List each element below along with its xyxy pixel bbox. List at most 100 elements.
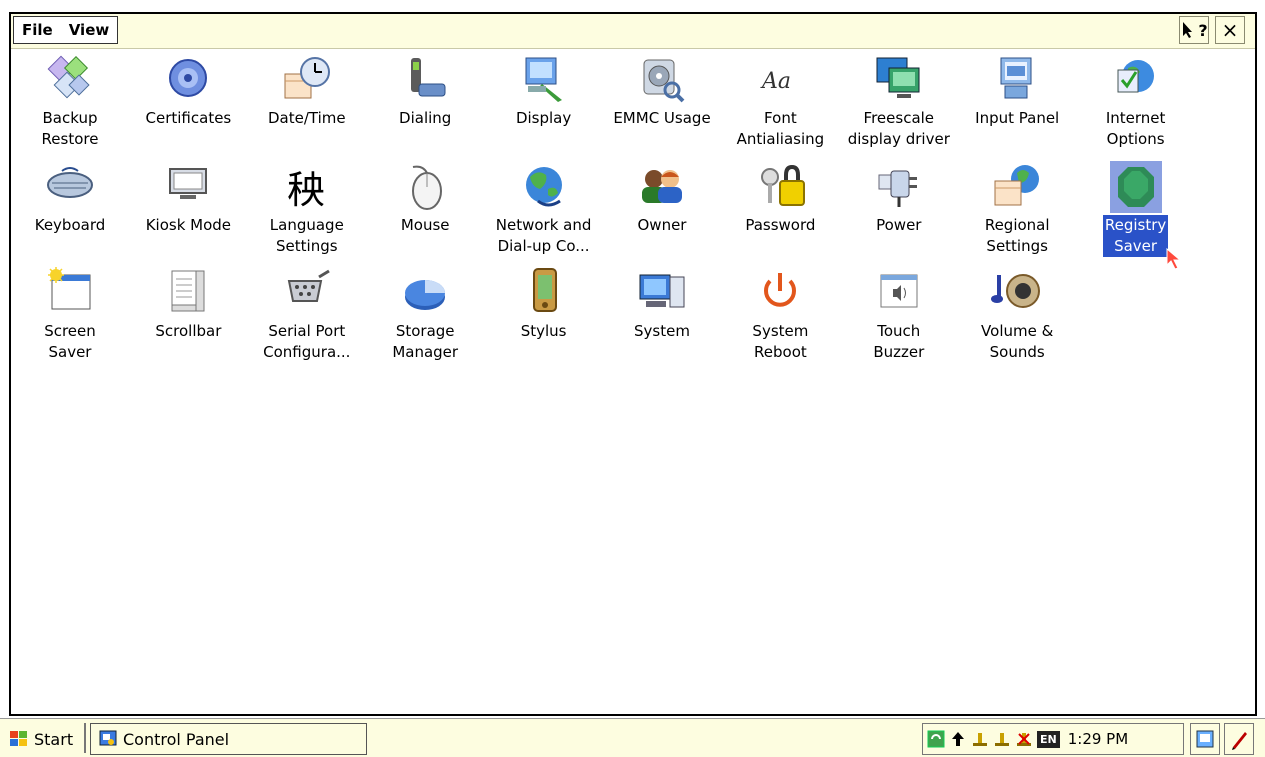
applet-label: System Reboot bbox=[752, 322, 809, 361]
applet-label: Scrollbar bbox=[155, 322, 222, 340]
screen-saver-icon bbox=[44, 267, 96, 319]
applet-label: Screen Saver bbox=[44, 322, 96, 361]
usb-icon[interactable] bbox=[971, 730, 989, 748]
applet-scrollbar[interactable]: Scrollbar bbox=[129, 267, 247, 371]
applet-font-antialiasing[interactable]: Aa Font Antialiasing bbox=[721, 54, 839, 158]
applet-date-time[interactable]: Date/Time bbox=[248, 54, 366, 158]
up-arrow-icon[interactable] bbox=[949, 730, 967, 748]
backup-restore-icon bbox=[44, 54, 96, 106]
chinese-char-icon: 秧 bbox=[281, 161, 333, 213]
input-panel-button[interactable] bbox=[1224, 723, 1254, 755]
applet-network-and-dial-up-co[interactable]: Network and Dial-up Co... bbox=[485, 161, 603, 265]
applet-owner[interactable]: Owner bbox=[603, 161, 721, 265]
applet-language-settings[interactable]: 秧 Language Settings bbox=[248, 161, 366, 265]
globe-calendar-icon bbox=[991, 161, 1043, 213]
applet-label: Touch Buzzer bbox=[873, 322, 925, 361]
svg-text:秧: 秧 bbox=[287, 168, 325, 212]
globe-check-icon bbox=[1110, 54, 1162, 106]
applet-label: System bbox=[634, 322, 690, 340]
applet-emmc-usage[interactable]: EMMC Usage bbox=[603, 54, 721, 158]
disk-magnifier-icon bbox=[636, 54, 688, 106]
power-button-icon bbox=[754, 267, 806, 319]
applet-label: Registry Saver bbox=[1101, 213, 1170, 258]
applet-display[interactable]: Display bbox=[485, 54, 603, 158]
pen-icon bbox=[1232, 732, 1247, 750]
speaker-note-icon bbox=[991, 267, 1043, 319]
monitors-icon bbox=[873, 54, 925, 106]
applet-label: Password bbox=[745, 215, 816, 234]
applet-kiosk-mode[interactable]: Kiosk Mode bbox=[129, 161, 247, 265]
menu-group: File View bbox=[13, 16, 119, 44]
applet-volume-sounds[interactable]: Volume & Sounds bbox=[958, 267, 1076, 371]
stylus-pda-icon bbox=[518, 267, 570, 319]
applet-label: Storage Manager bbox=[392, 322, 459, 361]
storage-pie-icon bbox=[399, 267, 451, 319]
power-plug-icon bbox=[873, 161, 925, 213]
applet-backup-restore[interactable]: Backup Restore bbox=[11, 54, 129, 158]
phone-modem-icon bbox=[399, 54, 451, 106]
applet-system[interactable]: System bbox=[603, 267, 721, 371]
applet-label: Internet Options bbox=[1105, 109, 1166, 148]
applet-touch-buzzer[interactable]: Touch Buzzer bbox=[840, 267, 958, 371]
mouse-icon bbox=[399, 161, 451, 213]
taskbar: Start Control Panel EN 1:29 PM bbox=[0, 718, 1265, 757]
registry-saver-icon bbox=[1109, 160, 1162, 213]
sync-icon[interactable] bbox=[927, 730, 945, 748]
clock[interactable]: 1:29 PM bbox=[1068, 730, 1128, 748]
close-button[interactable]: × bbox=[1215, 16, 1245, 44]
applet-label: Stylus bbox=[520, 322, 567, 340]
usb-icon-2[interactable] bbox=[993, 730, 1011, 748]
applet-stylus[interactable]: Stylus bbox=[485, 267, 603, 371]
svg-text:Aa: Aa bbox=[760, 69, 791, 94]
applet-label: Serial Port Configura... bbox=[263, 322, 351, 361]
network-globe-icon bbox=[518, 161, 570, 213]
applet-label: EMMC Usage bbox=[613, 109, 711, 127]
serial-port-icon bbox=[281, 267, 333, 319]
keyboard-monitor-icon bbox=[991, 54, 1043, 106]
menu-bar: File View ? × bbox=[11, 14, 1255, 49]
applet-keyboard[interactable]: Keyboard bbox=[11, 161, 129, 265]
applet-regional-settings[interactable]: Regional Settings bbox=[958, 161, 1076, 265]
network-warning-icon[interactable] bbox=[1015, 730, 1033, 748]
control-panel-icon bbox=[99, 730, 117, 746]
applet-storage-manager[interactable]: Storage Manager bbox=[366, 267, 484, 371]
applet-input-panel[interactable]: Input Panel bbox=[958, 54, 1076, 158]
applet-label: Certificates bbox=[145, 109, 232, 127]
start-button[interactable]: Start bbox=[8, 725, 73, 753]
computer-icon bbox=[636, 267, 688, 319]
applet-certificates[interactable]: Certificates bbox=[129, 54, 247, 158]
applet-label: Volume & Sounds bbox=[981, 322, 1054, 361]
applet-registry-saver[interactable]: Registry Saver bbox=[1077, 160, 1195, 270]
clock-calendar-icon bbox=[281, 54, 333, 106]
menu-file[interactable]: File bbox=[22, 21, 53, 39]
applet-power[interactable]: Power bbox=[840, 161, 958, 265]
applet-label: Network and Dial-up Co... bbox=[495, 215, 592, 255]
keys-padlock-icon bbox=[754, 161, 806, 213]
applet-internet-options[interactable]: Internet Options bbox=[1077, 54, 1195, 158]
mouse-cursor-icon bbox=[1165, 247, 1185, 275]
help-glyph: ? bbox=[1198, 20, 1208, 40]
applet-label: Font Antialiasing bbox=[736, 109, 825, 148]
applet-label: Date/Time bbox=[267, 109, 346, 127]
help-button[interactable]: ? bbox=[1179, 16, 1209, 44]
applet-system-reboot[interactable]: System Reboot bbox=[721, 267, 839, 371]
task-label: Control Panel bbox=[123, 729, 230, 749]
start-label: Start bbox=[34, 729, 74, 749]
taskbar-control-panel[interactable]: Control Panel bbox=[90, 723, 367, 755]
applet-screen-saver[interactable]: Screen Saver bbox=[11, 267, 129, 371]
applet-label: Regional Settings bbox=[984, 215, 1050, 255]
applet-serial-port-configura[interactable]: Serial Port Configura... bbox=[248, 267, 366, 371]
language-badge[interactable]: EN bbox=[1037, 730, 1060, 748]
applet-freescale-display-driver[interactable]: Freescale display driver bbox=[840, 54, 958, 158]
applet-mouse[interactable]: Mouse bbox=[366, 161, 484, 265]
desktop-icon bbox=[1196, 730, 1214, 748]
applet-label: Freescale display driver bbox=[847, 109, 950, 148]
menu-view[interactable]: View bbox=[69, 21, 110, 39]
desktop-button[interactable] bbox=[1190, 723, 1220, 755]
applet-label: Owner bbox=[637, 215, 687, 234]
applet-dialing[interactable]: Dialing bbox=[366, 54, 484, 158]
windows-flag-icon bbox=[10, 731, 27, 746]
applet-label: Kiosk Mode bbox=[145, 215, 232, 234]
applet-password[interactable]: Password bbox=[721, 161, 839, 265]
scrollbar-icon bbox=[162, 267, 214, 319]
